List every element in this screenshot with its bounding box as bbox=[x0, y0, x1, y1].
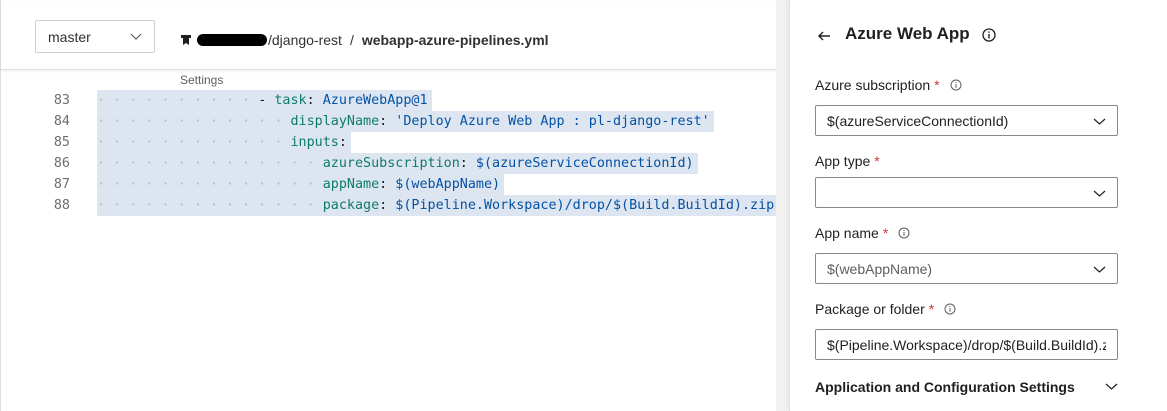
panel-title: Azure Web App bbox=[845, 24, 970, 43]
whitespace-indicator: · · · · · · · · · · · · bbox=[97, 135, 291, 150]
code-line[interactable]: 86 · · · · · · · · · · · · · · azureSubsc… bbox=[1, 153, 777, 174]
yaml-key: task bbox=[274, 93, 307, 108]
repo-icon bbox=[181, 35, 191, 45]
package-label: Package or folder * bbox=[815, 301, 956, 317]
code-line[interactable]: 87 · · · · · · · · · · · · · · appName: $… bbox=[1, 174, 777, 195]
yaml-value: 'Deploy Azure Web App : pl-django-rest' bbox=[395, 114, 710, 129]
yaml-punct: : bbox=[379, 114, 396, 129]
chevron-down-icon bbox=[1093, 190, 1106, 197]
yaml-value: AzureWebApp@1 bbox=[322, 93, 428, 108]
yaml-editor-pane: master /django-rest / webapp-azure-pipel… bbox=[0, 0, 779, 411]
code-text: · · · · · · · · · · · · displayName: 'De… bbox=[97, 111, 714, 132]
line-number: 84 bbox=[53, 114, 70, 129]
line-number: 87 bbox=[53, 177, 70, 192]
yaml-punct: : bbox=[459, 156, 476, 171]
panel-splitter[interactable] bbox=[776, 0, 789, 411]
chevron-down-icon bbox=[1093, 118, 1106, 125]
info-icon[interactable] bbox=[944, 303, 956, 315]
required-marker: * bbox=[934, 77, 940, 93]
subscription-label: Azure subscription * bbox=[815, 77, 962, 93]
app-type-label: App type * bbox=[815, 153, 880, 169]
required-marker: * bbox=[874, 153, 880, 169]
whitespace-indicator: · · · · · · · · · · · · · · bbox=[97, 177, 323, 192]
breadcrumb: /django-rest / webapp-azure-pipelines.ym… bbox=[179, 32, 549, 48]
code-line[interactable]: 88 · · · · · · · · · · · · · · package: $… bbox=[1, 195, 779, 216]
code-text: · · · · · · · · · · · · · · azureSubscri… bbox=[97, 153, 698, 174]
code-text: · · · · · · · · · · · · inputs: bbox=[97, 132, 351, 153]
code-line[interactable]: 83 · · · · · · · · · · - task: AzureWebAp… bbox=[1, 90, 777, 111]
line-number: 83 bbox=[53, 93, 70, 108]
subscription-dropdown[interactable]: $(azureServiceConnectionId) bbox=[815, 105, 1118, 136]
yaml-key: inputs bbox=[290, 135, 339, 150]
file-name: webapp-azure-pipelines.yml bbox=[361, 32, 549, 48]
app-name-combobox[interactable]: $(webAppName) bbox=[815, 253, 1118, 284]
whitespace-indicator: · · · · · · · · · · · · · · bbox=[97, 156, 323, 171]
app-name-label: App name * bbox=[815, 225, 910, 241]
line-number: 85 bbox=[53, 135, 70, 150]
repo-name[interactable]: /django-rest bbox=[268, 32, 342, 48]
whitespace-indicator: · · · · · · · · · · · · bbox=[97, 114, 291, 129]
yaml-value: $(webAppName) bbox=[395, 177, 501, 192]
whitespace-indicator: · · · · · · · · · · bbox=[97, 93, 259, 108]
chevron-down-icon bbox=[1093, 266, 1106, 273]
info-icon[interactable] bbox=[982, 28, 996, 42]
editor-toolbar: master /django-rest / webapp-azure-pipel… bbox=[1, 4, 777, 70]
package-input[interactable] bbox=[815, 329, 1118, 360]
yaml-key: appName bbox=[322, 177, 380, 192]
yaml-value: $(Pipeline.Workspace)/drop/$(Build.Build… bbox=[395, 198, 775, 213]
code-text: · · · · · · · · · · · · · · appName: $(w… bbox=[97, 174, 505, 195]
yaml-punct: - bbox=[258, 93, 275, 108]
branch-selector[interactable]: master bbox=[35, 20, 155, 53]
info-icon[interactable] bbox=[898, 227, 910, 239]
path-separator: / bbox=[349, 32, 354, 48]
yaml-key: azureSubscription bbox=[322, 156, 460, 171]
required-marker: * bbox=[882, 225, 889, 241]
code-line[interactable]: 85 · · · · · · · · · · · · inputs: bbox=[1, 132, 777, 153]
code-area[interactable]: 83 · · · · · · · · · · - task: AzureWebAp… bbox=[1, 90, 779, 216]
redacted-org bbox=[197, 34, 267, 46]
branch-name: master bbox=[48, 28, 91, 45]
yaml-value: $(azureServiceConnectionId) bbox=[475, 156, 694, 171]
yaml-key: displayName bbox=[290, 114, 380, 129]
chevron-down-icon bbox=[130, 33, 142, 40]
settings-codelens[interactable]: Settings bbox=[180, 73, 223, 87]
line-number: 86 bbox=[53, 156, 70, 171]
task-assistant-panel: Azure Web App Azure subscription * $(azu… bbox=[789, 0, 1167, 411]
chevron-down-icon bbox=[1105, 383, 1118, 390]
yaml-punct: : bbox=[379, 198, 396, 213]
yaml-key: package bbox=[322, 198, 380, 213]
line-number: 88 bbox=[53, 198, 70, 213]
yaml-punct: : bbox=[338, 135, 347, 150]
arrow-left-icon[interactable] bbox=[816, 28, 832, 44]
app-type-dropdown[interactable] bbox=[815, 177, 1118, 208]
code-text: · · · · · · · · · · · · · · package: $(P… bbox=[97, 195, 779, 216]
whitespace-indicator: · · · · · · · · · · · · · · bbox=[97, 198, 323, 213]
yaml-punct: : bbox=[306, 93, 323, 108]
code-text: · · · · · · · · · · - task: AzureWebApp@… bbox=[97, 90, 432, 111]
app-config-section-toggle[interactable]: Application and Configuration Settings bbox=[815, 377, 1120, 397]
code-line[interactable]: 84 · · · · · · · · · · · · displayName: '… bbox=[1, 111, 777, 132]
yaml-punct: : bbox=[379, 177, 396, 192]
required-marker: * bbox=[928, 301, 935, 317]
info-icon[interactable] bbox=[950, 79, 962, 91]
